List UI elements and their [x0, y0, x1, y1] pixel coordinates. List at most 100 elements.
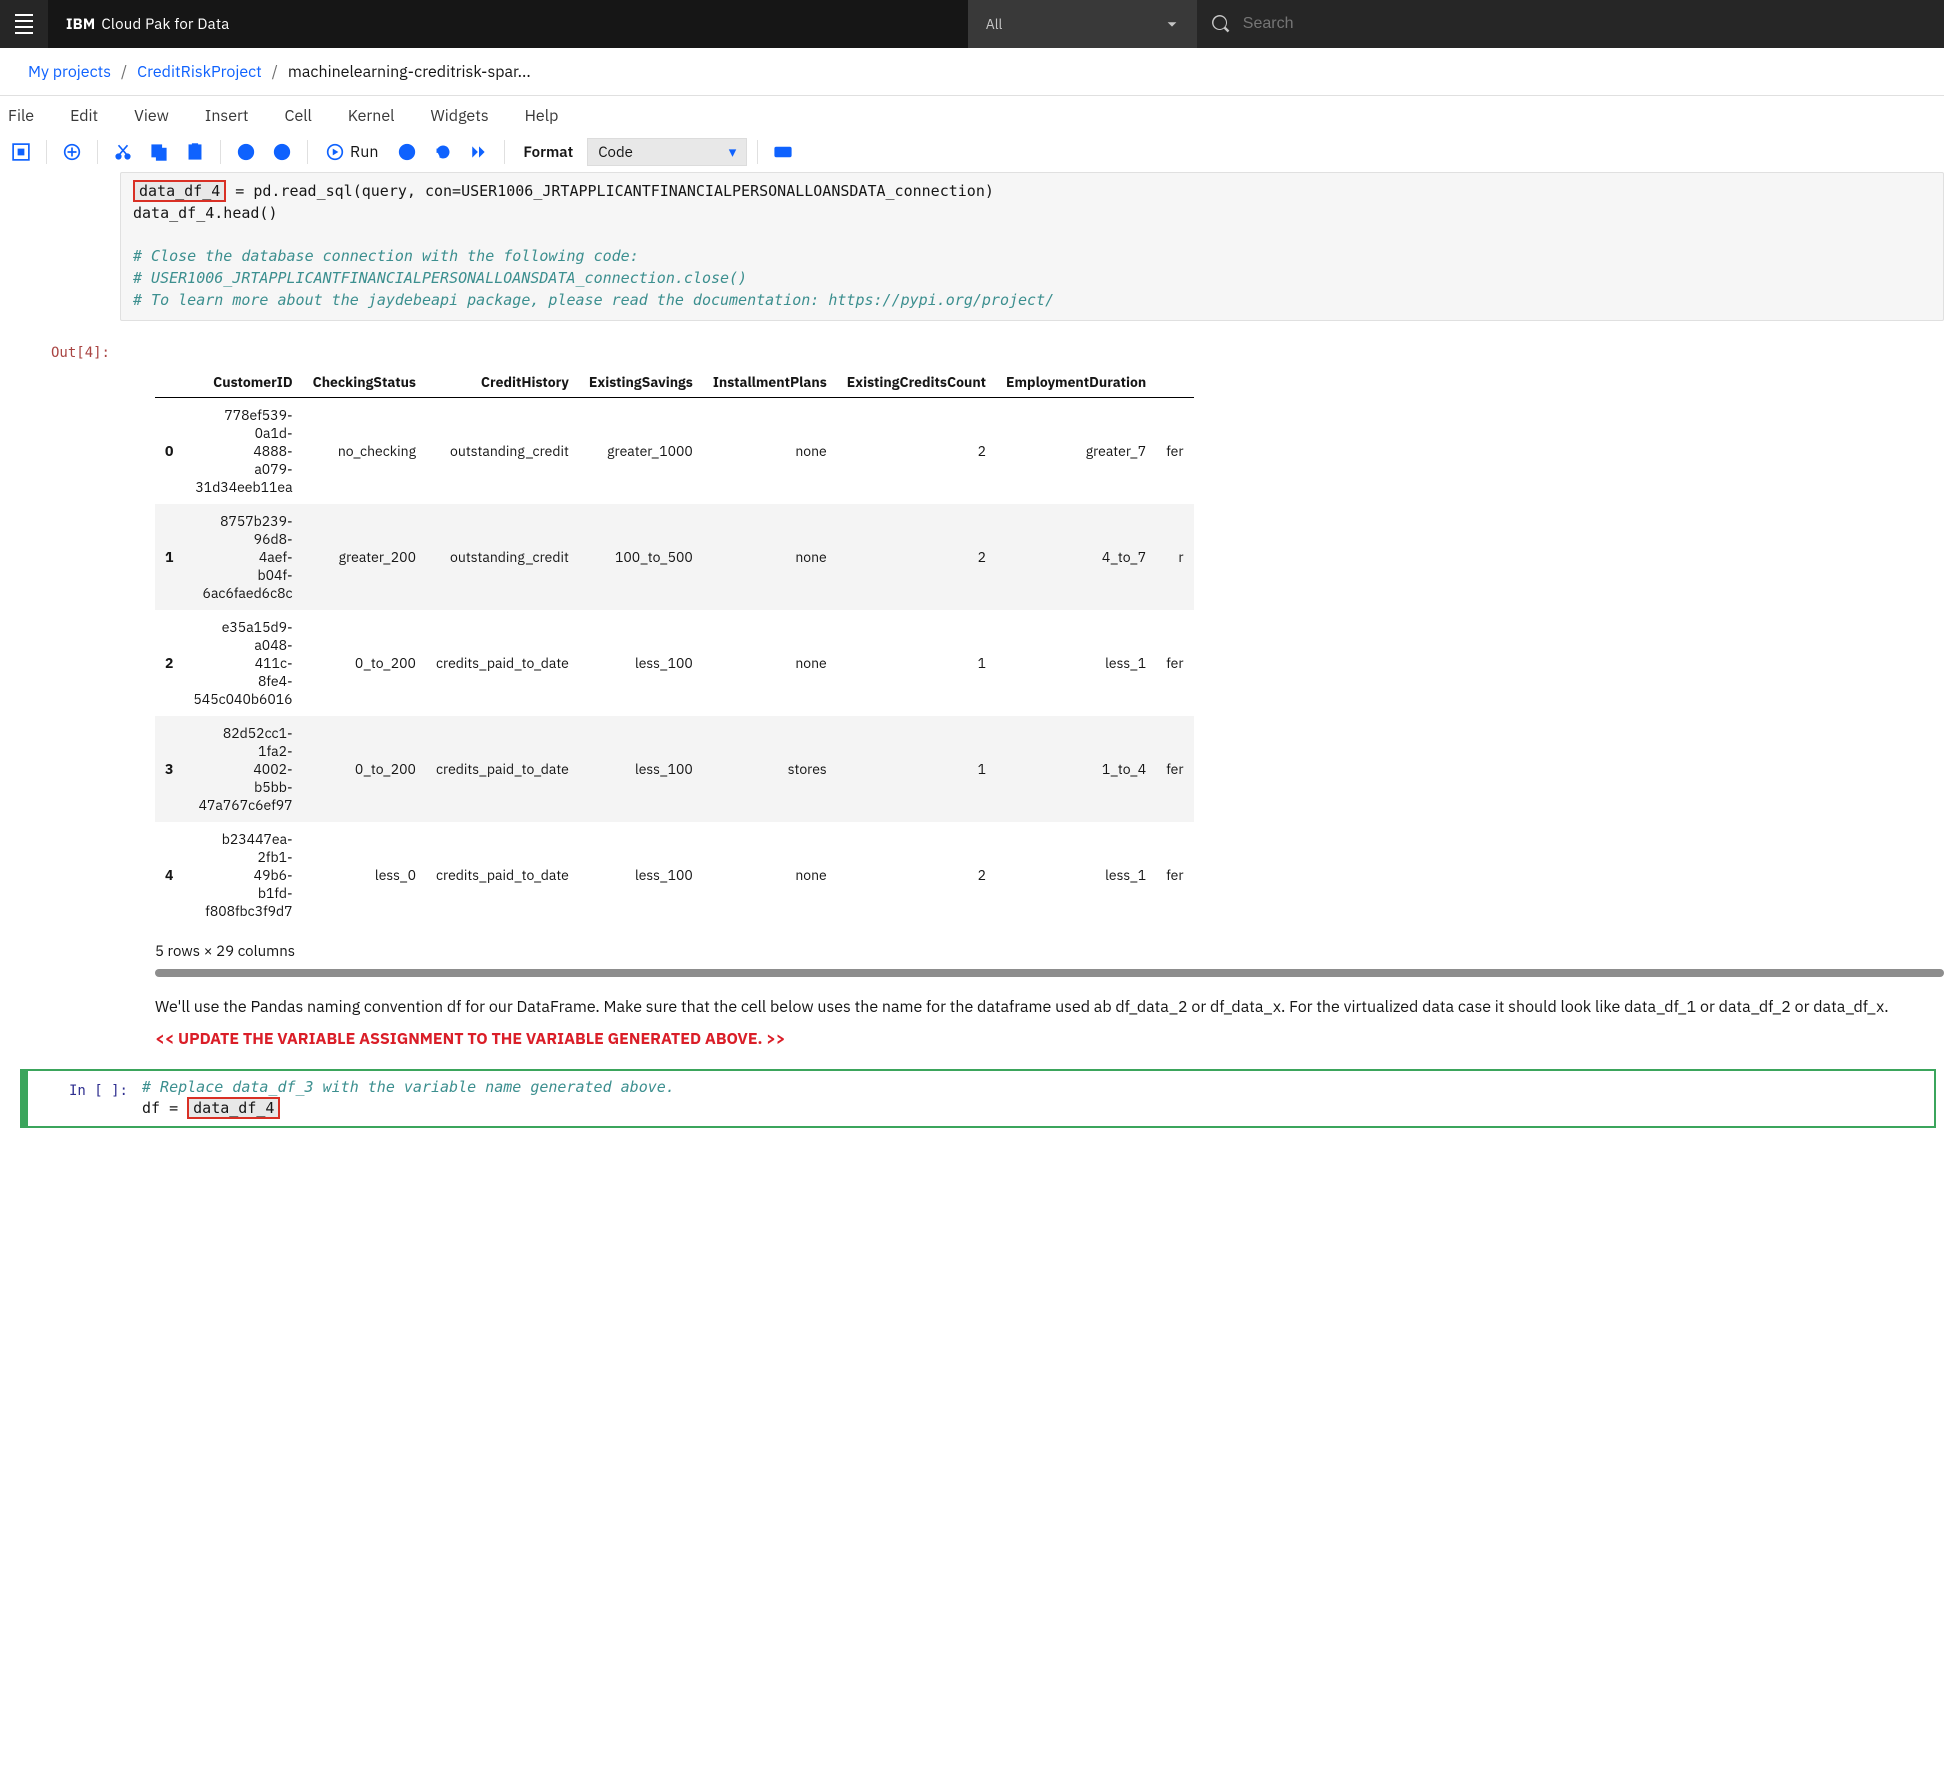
selected-code-cell[interactable]: In [ ]: # Replace data_df_3 with the var…	[20, 1069, 1936, 1129]
search-area[interactable]	[1197, 0, 1944, 48]
copy-button[interactable]	[144, 137, 174, 167]
restart-button[interactable]	[428, 137, 458, 167]
toolbar-sep	[97, 140, 98, 164]
row-index: 1	[155, 504, 183, 610]
cell: none	[703, 822, 837, 928]
cell: outstanding_credit	[426, 397, 579, 504]
toolbar-sep	[46, 140, 47, 164]
table-row: 4b23447ea-2fb1-49b6-b1fd-f808fbc3f9d7les…	[155, 822, 1194, 928]
table-row: 0778ef539-0a1d-4888-a079-31d34eeb11eano_…	[155, 397, 1194, 504]
menu-file[interactable]: File	[4, 100, 52, 132]
cell: stores	[703, 716, 837, 822]
highlight-box: data_df_4	[187, 1097, 280, 1119]
cell: no_checking	[303, 397, 426, 504]
notebook-area: data_df_4 = pd.read_sql(query, con=USER1…	[0, 172, 1944, 1168]
cell: none	[703, 397, 837, 504]
run-button[interactable]: Run	[318, 142, 386, 162]
cell: credits_paid_to_date	[426, 610, 579, 716]
search-input[interactable]	[1243, 15, 1930, 33]
jupyter-menubar: File Edit View Insert Cell Kernel Widget…	[0, 96, 1944, 132]
cell: none	[703, 504, 837, 610]
chevron-down-icon	[1165, 17, 1179, 31]
code-cell[interactable]: data_df_4 = pd.read_sql(query, con=USER1…	[0, 172, 1944, 321]
menu-edit[interactable]: Edit	[52, 100, 116, 132]
code-prompt	[0, 172, 120, 321]
toolbar-sep	[307, 140, 308, 164]
cell: e35a15d9-a048-411c-8fe4-545c040b6016	[183, 610, 302, 716]
cell: 1_to_4	[996, 716, 1156, 822]
cell: greater_1000	[579, 397, 703, 504]
cell: outstanding_credit	[426, 504, 579, 610]
cell: 0_to_200	[303, 610, 426, 716]
toolbar-sep	[220, 140, 221, 164]
menu-help[interactable]: Help	[507, 100, 577, 132]
play-icon	[326, 143, 344, 161]
table-row: 2e35a15d9-a048-411c-8fe4-545c040b60160_t…	[155, 610, 1194, 716]
menu-insert[interactable]: Insert	[187, 100, 267, 132]
top-header: IBM Cloud Pak for Data All	[0, 0, 1944, 48]
paste-button[interactable]	[180, 137, 210, 167]
cell: 8757b239-96d8-4aef-b04f-6ac6faed6c8c	[183, 504, 302, 610]
input-prompt: In [ ]:	[38, 1077, 138, 1121]
cell: r	[1156, 504, 1193, 610]
cell: less_1	[996, 610, 1156, 716]
jupyter-toolbar: Run Format Code ▾	[0, 132, 1944, 172]
move-down-button[interactable]	[267, 137, 297, 167]
cell-type-select[interactable]: Code ▾	[587, 138, 747, 166]
scope-dropdown[interactable]: All	[967, 0, 1197, 48]
hamburger-menu[interactable]	[0, 0, 48, 48]
horizontal-scrollbar[interactable]	[155, 969, 1944, 977]
dataframe-table: CustomerID CheckingStatus CreditHistory …	[155, 367, 1194, 928]
dataframe-shape: 5 rows × 29 columns	[155, 928, 1944, 965]
output-body	[120, 339, 1944, 361]
cell: less_0	[303, 822, 426, 928]
cell: fer	[1156, 822, 1193, 928]
restart-run-all-button[interactable]	[464, 137, 494, 167]
table-header-row: CustomerID CheckingStatus CreditHistory …	[155, 367, 1194, 398]
scope-dropdown-label: All	[986, 15, 1003, 33]
cell: 82d52cc1-1fa2-4002-b5bb-47a767c6ef97	[183, 716, 302, 822]
row-index: 4	[155, 822, 183, 928]
insert-below-button[interactable]	[57, 137, 87, 167]
row-index: 0	[155, 397, 183, 504]
cell: 778ef539-0a1d-4888-a079-31d34eeb11ea	[183, 397, 302, 504]
interrupt-button[interactable]	[392, 137, 422, 167]
code-editor[interactable]: # Replace data_df_3 with the variable na…	[138, 1077, 1930, 1121]
move-up-button[interactable]	[231, 137, 261, 167]
save-button[interactable]	[6, 137, 36, 167]
cell: 2	[837, 822, 996, 928]
brand-title: IBM Cloud Pak for Data	[48, 0, 248, 48]
breadcrumb-file: machinelearning-creditrisk-spar...	[288, 62, 531, 82]
toolbar-sep	[504, 140, 505, 164]
cell: 100_to_500	[579, 504, 703, 610]
code-editor[interactable]: data_df_4 = pd.read_sql(query, con=USER1…	[120, 172, 1944, 321]
menu-view[interactable]: View	[116, 100, 187, 132]
row-index: 3	[155, 716, 183, 822]
cell: less_100	[579, 610, 703, 716]
menu-widgets[interactable]: Widgets	[413, 100, 507, 132]
highlight-box: data_df_4	[133, 180, 226, 202]
cell: less_1	[996, 822, 1156, 928]
table-index-header	[155, 367, 183, 398]
brand-rest: Cloud Pak for Data	[101, 15, 229, 34]
cut-button[interactable]	[108, 137, 138, 167]
table-row: 382d52cc1-1fa2-4002-b5bb-47a767c6ef970_t…	[155, 716, 1194, 822]
cell: 0_to_200	[303, 716, 426, 822]
command-palette-button[interactable]	[768, 137, 798, 167]
cell: fer	[1156, 397, 1193, 504]
col-header: CreditHistory	[426, 367, 579, 398]
breadcrumb-root[interactable]: My projects	[28, 62, 111, 82]
menu-cell[interactable]: Cell	[267, 100, 330, 132]
cell-type-value: Code	[598, 143, 633, 162]
menu-kernel[interactable]: Kernel	[330, 100, 413, 132]
cell: credits_paid_to_date	[426, 716, 579, 822]
cell: greater_7	[996, 397, 1156, 504]
cell: less_100	[579, 822, 703, 928]
breadcrumb-project[interactable]: CreditRiskProject	[137, 62, 262, 82]
toolbar-sep	[757, 140, 758, 164]
output-prompt: Out[4]:	[0, 339, 120, 361]
markdown-paragraph: We'll use the Pandas naming convention d…	[155, 977, 1944, 1023]
search-icon	[1211, 14, 1231, 34]
col-header	[1156, 367, 1193, 398]
col-header: InstallmentPlans	[703, 367, 837, 398]
